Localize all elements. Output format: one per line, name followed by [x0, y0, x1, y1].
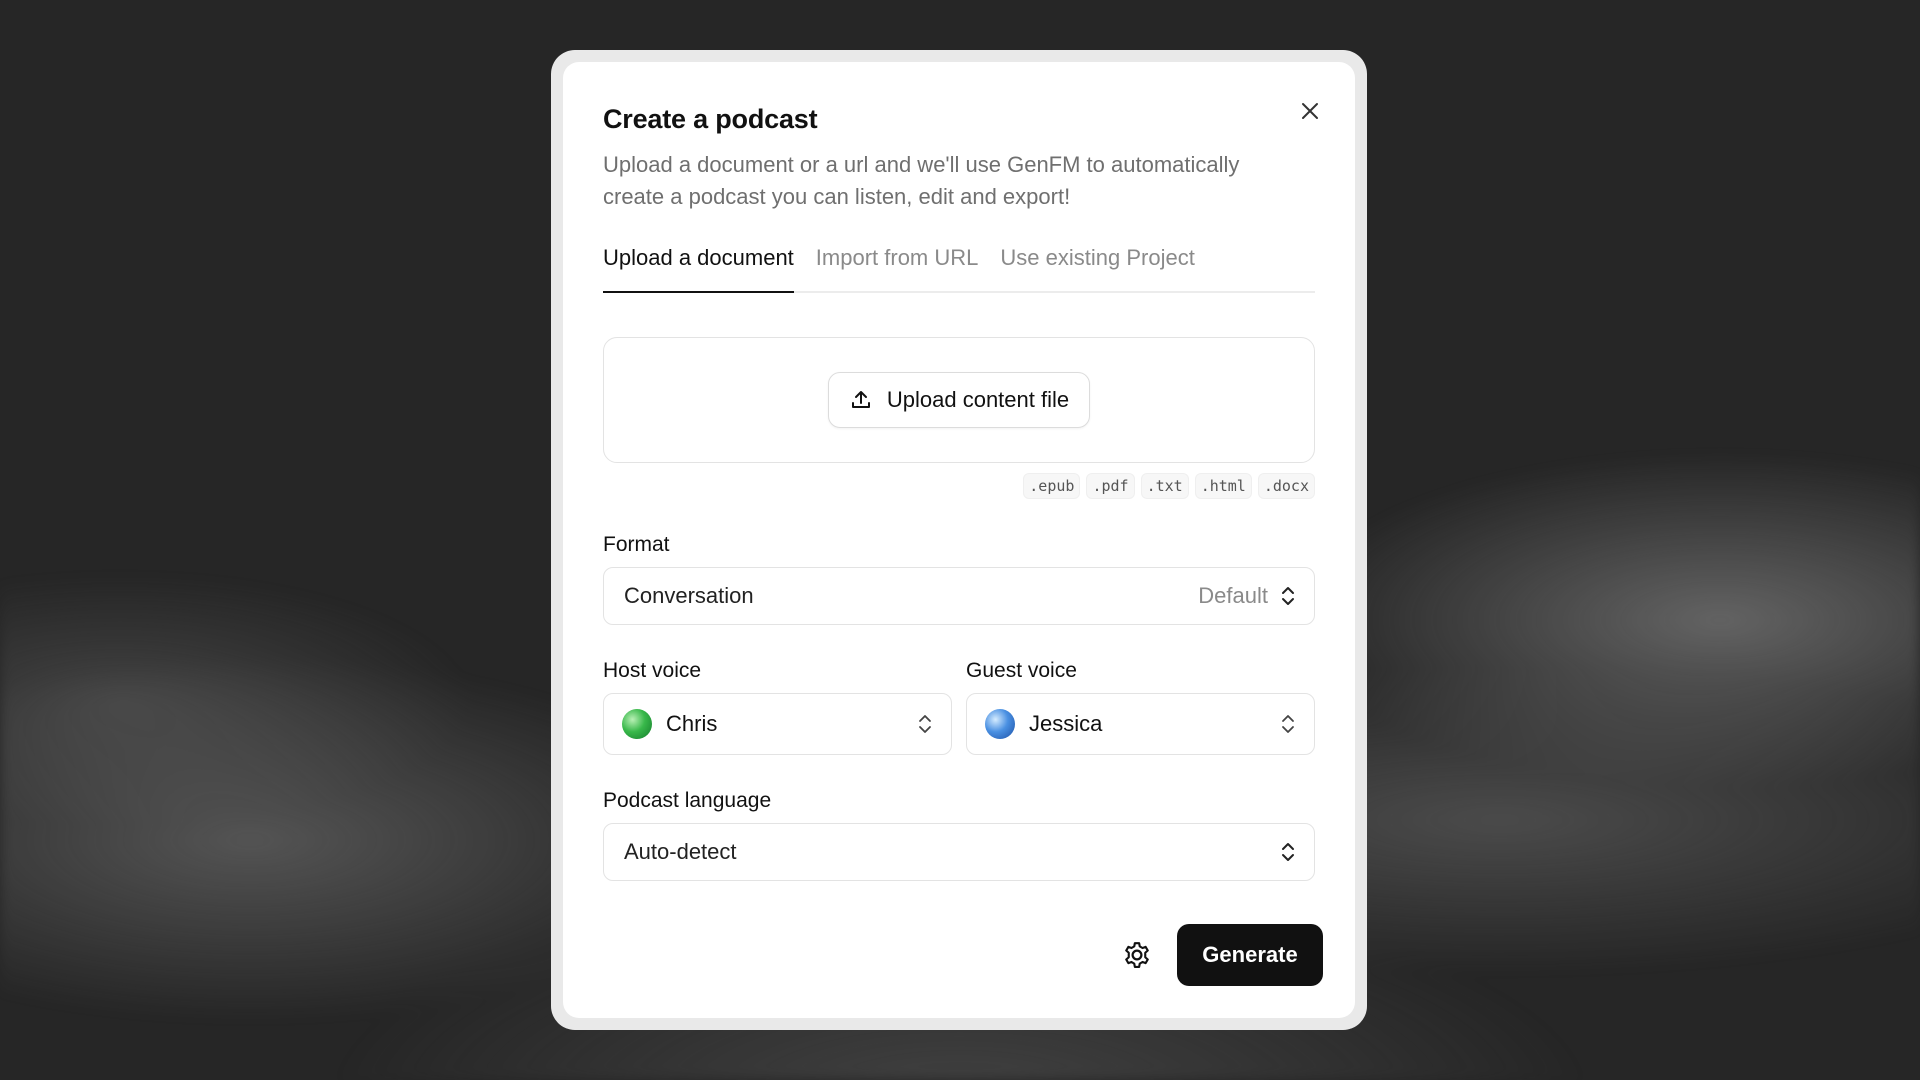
source-tabs: Upload a document Import from URL Use ex… [603, 239, 1315, 293]
guest-voice-avatar [985, 709, 1015, 739]
extension-badge: .html [1194, 473, 1252, 499]
close-button[interactable] [1295, 96, 1325, 126]
generate-button[interactable]: Generate [1177, 924, 1323, 986]
tab-existing-project[interactable]: Use existing Project [1000, 239, 1194, 291]
language-label: Podcast language [603, 789, 772, 812]
host-voice-value: Chris [666, 711, 718, 736]
chevron-up-down-icon [1282, 843, 1294, 861]
host-voice-field: Host voice Chris [603, 659, 952, 755]
guest-voice-field: Guest voice Jessica [966, 659, 1315, 755]
guest-voice-label: Guest voice [966, 659, 1077, 682]
tab-import-url[interactable]: Import from URL [816, 239, 979, 291]
extension-badge: .txt [1140, 473, 1189, 499]
close-icon [1302, 103, 1318, 119]
format-value: Conversation [624, 583, 754, 608]
voice-fields: Host voice Chris Guest voice Jessica [603, 659, 1315, 755]
extension-badge: .epub [1023, 473, 1081, 499]
format-select[interactable]: Conversation Default [603, 567, 1315, 625]
dialog-footer: Generate [1117, 924, 1323, 986]
dialog-frame: Create a podcast Upload a document or a … [551, 50, 1367, 1030]
guest-voice-value: Jessica [1029, 711, 1103, 736]
format-field: Format Conversation Default [603, 533, 1315, 625]
file-dropzone[interactable]: Upload content file [603, 337, 1315, 463]
upload-content-file-button[interactable]: Upload content file [827, 372, 1091, 428]
create-podcast-dialog: Create a podcast Upload a document or a … [563, 62, 1355, 1018]
language-select[interactable]: Auto-detect [603, 823, 1315, 881]
language-value: Auto-detect [624, 839, 737, 864]
gear-icon [1125, 942, 1149, 968]
host-voice-label: Host voice [603, 659, 702, 682]
extension-badge: .pdf [1086, 473, 1135, 499]
supported-extensions: .epub .pdf .txt .html .docx [603, 473, 1315, 499]
chevron-up-down-icon [919, 715, 931, 733]
language-field: Podcast language Auto-detect [603, 789, 1315, 881]
extension-badge: .docx [1257, 473, 1315, 499]
tab-upload-document[interactable]: Upload a document [603, 239, 794, 293]
host-voice-select[interactable]: Chris [603, 693, 952, 755]
guest-voice-select[interactable]: Jessica [966, 693, 1315, 755]
format-default-hint: Default [1198, 583, 1268, 608]
upload-button-label: Upload content file [886, 387, 1070, 412]
format-label: Format [603, 533, 670, 556]
settings-button[interactable] [1117, 935, 1157, 975]
host-voice-avatar [622, 709, 652, 739]
chevron-up-down-icon [1282, 715, 1294, 733]
upload-icon [851, 391, 870, 408]
chevron-up-down-icon [1282, 587, 1294, 605]
dialog-subtitle: Upload a document or a url and we'll use… [603, 152, 1240, 209]
dialog-title: Create a podcast [603, 104, 818, 134]
